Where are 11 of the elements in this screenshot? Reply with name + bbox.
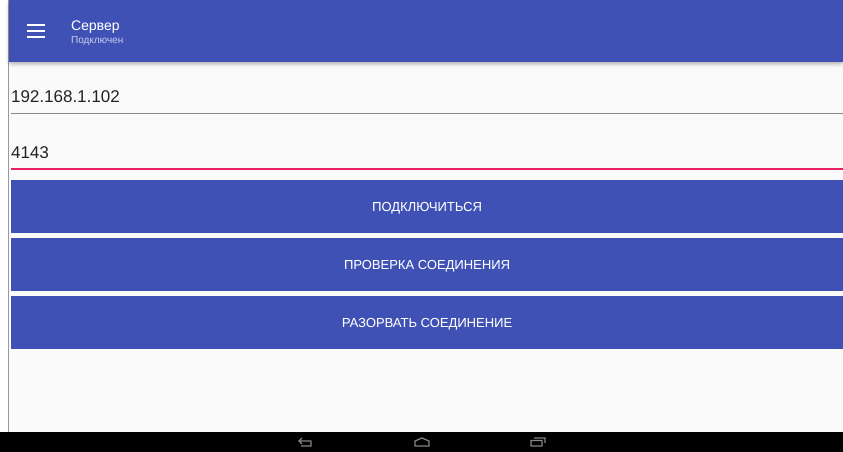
recent-apps-icon[interactable]	[530, 437, 546, 447]
connection-status: Подключен	[71, 34, 124, 46]
action-button[interactable]: ПОДКЛЮЧИТЬСЯ	[11, 180, 843, 233]
home-icon[interactable]	[414, 437, 430, 447]
back-icon[interactable]	[298, 437, 314, 447]
input-field[interactable]: 192.168.1.102	[11, 86, 843, 114]
input-field[interactable]: 4143	[11, 142, 843, 170]
action-button[interactable]: ПРОВЕРКА СОЕДИНЕНИЯ	[11, 238, 843, 291]
app-title: Сервер	[71, 16, 121, 32]
menu-icon[interactable]	[27, 24, 45, 38]
action-button[interactable]: РАЗОРВАТЬ СОЕДИНЕНИЕ	[11, 296, 843, 349]
